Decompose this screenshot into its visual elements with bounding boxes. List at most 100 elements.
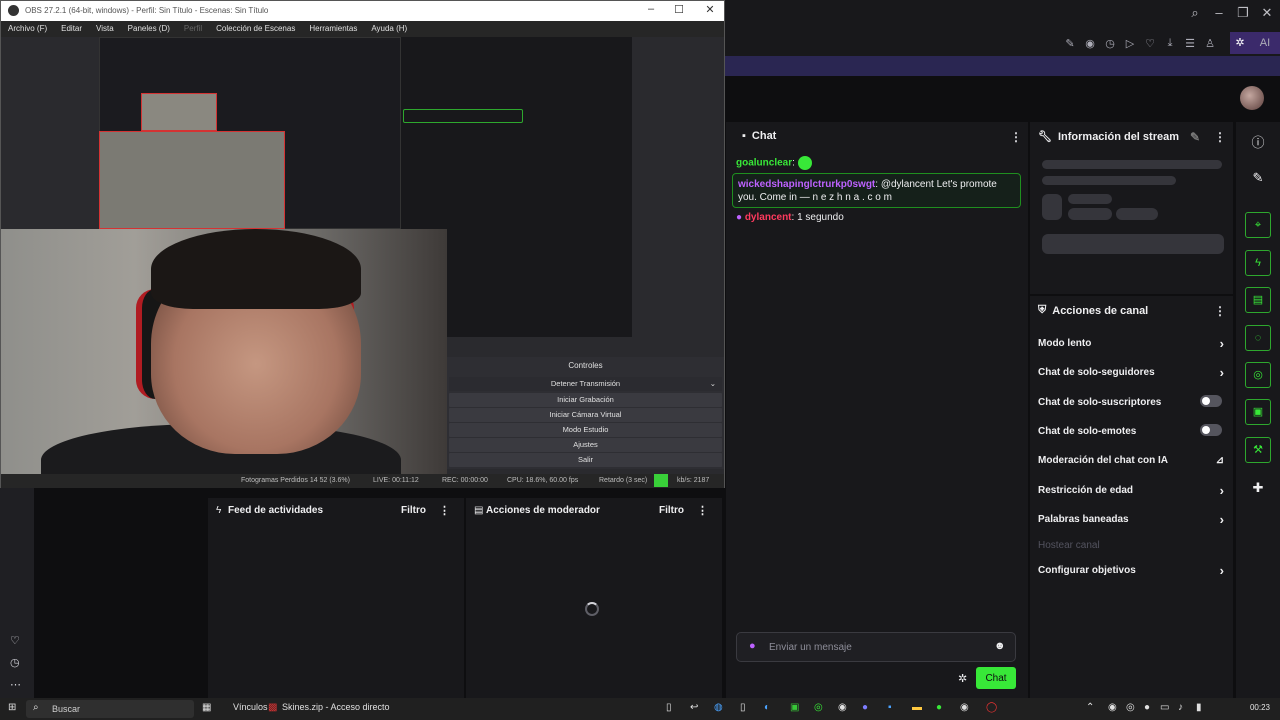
more-icon[interactable]: ⋯ xyxy=(10,678,21,691)
chat-username[interactable]: wickedshapinglctrurkp0swgt xyxy=(738,179,875,190)
camera-icon[interactable]: ◉ xyxy=(1080,37,1100,50)
menu-archivo[interactable]: Archivo (F) xyxy=(1,21,54,37)
edge-icon[interactable]: ◐ xyxy=(764,702,770,713)
heart-icon[interactable]: ♡ xyxy=(10,634,20,647)
mic-icon[interactable]: ● xyxy=(749,640,756,652)
avatar[interactable] xyxy=(1240,86,1264,110)
steam-icon[interactable]: ◉ xyxy=(838,702,847,713)
emoji-icon[interactable]: ☻ xyxy=(994,640,1006,652)
menu-coleccion-escenas[interactable]: Colección de Escenas xyxy=(209,21,302,37)
chat-settings-icon[interactable]: ✲ xyxy=(958,672,967,685)
whatsapp-icon[interactable]: ◎ xyxy=(814,702,823,713)
minimize-icon[interactable]: – xyxy=(1207,4,1231,22)
volume-icon[interactable]: ♪ xyxy=(1178,702,1183,713)
taskbar-links[interactable]: Vínculos xyxy=(233,702,268,712)
studio-mode-button[interactable]: Modo Estudio xyxy=(449,423,722,437)
start-recording-button[interactable]: Iniciar Grabación xyxy=(449,393,722,407)
spotify-icon[interactable]: ● xyxy=(936,702,942,713)
download-icon[interactable]: ⤓ xyxy=(1160,37,1180,50)
action-ai-moderation[interactable]: Moderación del chat con IA ⊿ xyxy=(1038,455,1228,466)
speech-icon[interactable]: ◌ xyxy=(1245,325,1271,351)
webcam-source-selected[interactable] xyxy=(99,131,285,229)
pencil-icon[interactable]: ✎ xyxy=(1245,170,1271,186)
windows-taskbar: ⊞ ⌕ ▦ Vínculos ▩ Skines.zip - Acceso dir… xyxy=(0,698,1280,720)
task-view-icon[interactable]: ▦ xyxy=(202,702,211,713)
action-followers-only[interactable]: Chat de solo-seguidores › xyxy=(1038,365,1228,380)
action-age-restriction[interactable]: Restricción de edad › xyxy=(1038,483,1228,498)
start-virtual-camera-button[interactable]: Iniciar Cámara Virtual xyxy=(449,408,722,422)
browser-icon[interactable]: ◍ xyxy=(714,702,723,713)
channel-actions-more-icon[interactable]: ⋮ xyxy=(1214,304,1226,318)
stream-info-more-icon[interactable]: ⋮ xyxy=(1214,130,1226,144)
activity-feed-filter-button[interactable]: Filtro xyxy=(401,505,426,516)
settings-icon[interactable]: ✲ xyxy=(1230,32,1250,54)
document-icon[interactable]: ▤ xyxy=(1245,287,1271,313)
mic-icon[interactable]: ● xyxy=(1144,702,1150,713)
taskbar-search-input[interactable] xyxy=(50,701,190,717)
play-icon[interactable]: ▷ xyxy=(1120,37,1140,50)
taskbar-shortcut[interactable]: Skines.zip - Acceso directo xyxy=(282,702,390,712)
stop-streaming-button[interactable]: Detener Transmisión ⌄ xyxy=(449,377,722,391)
video-icon[interactable]: ▣ xyxy=(1245,399,1271,425)
discord-icon[interactable]: ● xyxy=(862,702,868,713)
chevron-down-icon[interactable]: ⌄ xyxy=(710,377,716,391)
opera-icon[interactable]: ◯ xyxy=(986,702,997,713)
exit-button[interactable]: Salir xyxy=(449,453,722,467)
chat-username[interactable]: dylancent xyxy=(745,212,792,223)
menu-perfil[interactable]: Perfil xyxy=(177,21,209,37)
clock-icon[interactable]: ◷ xyxy=(10,656,20,669)
menu-herramientas[interactable]: Herramientas xyxy=(302,21,364,37)
windows-start-icon[interactable]: ⊞ xyxy=(8,702,16,713)
activity-feed-more-icon[interactable]: ⋮ xyxy=(439,504,450,517)
browser-tab-strip xyxy=(725,56,1280,76)
chat-input[interactable] xyxy=(767,633,987,661)
chat-more-icon[interactable]: ⋮ xyxy=(1010,130,1022,144)
tray-app-icon[interactable]: ◉ xyxy=(1108,702,1117,713)
tray-steam-icon[interactable]: ◎ xyxy=(1126,702,1135,713)
search-icon[interactable]: ⌕ xyxy=(1183,4,1207,22)
tray-chevron-icon[interactable]: ⌃ xyxy=(1086,702,1094,713)
close-icon[interactable]: ✕ xyxy=(1255,4,1279,22)
app-icon[interactable]: ▪ xyxy=(888,702,892,713)
notes-icon[interactable]: ▯ xyxy=(740,702,746,713)
menu-vista[interactable]: Vista xyxy=(89,21,121,37)
heart-icon[interactable]: ♡ xyxy=(1140,37,1160,50)
close-icon[interactable]: ✕ xyxy=(695,3,725,16)
menu-ayuda[interactable]: Ayuda (H) xyxy=(364,21,414,37)
obs-taskbar-icon[interactable]: ◉ xyxy=(960,702,969,713)
action-slow-mode[interactable]: Modo lento › xyxy=(1038,336,1228,351)
restore-icon[interactable]: ❐ xyxy=(1231,4,1255,22)
target-icon[interactable]: ⌖ xyxy=(1245,212,1271,238)
lightning-icon[interactable]: ϟ xyxy=(1245,250,1271,276)
subscribers-only-toggle[interactable] xyxy=(1200,395,1222,407)
mod-actions-filter-button[interactable]: Filtro xyxy=(659,505,684,516)
clock-icon[interactable]: ◷ xyxy=(1100,37,1120,50)
edit-icon[interactable]: ✎ xyxy=(1060,37,1080,50)
chat-username[interactable]: goalunclear xyxy=(736,158,792,169)
account-icon[interactable]: ♙ xyxy=(1200,37,1220,50)
emotes-only-toggle[interactable] xyxy=(1200,424,1222,436)
info-icon[interactable]: ⓘ xyxy=(1245,132,1271,151)
mod-actions-more-icon[interactable]: ⋮ xyxy=(697,504,708,517)
menu-editar[interactable]: Editar xyxy=(54,21,89,37)
edit-icon[interactable]: ✎ xyxy=(1190,130,1200,144)
maximize-icon[interactable]: ☐ xyxy=(664,3,694,16)
chat-send-button[interactable]: Chat xyxy=(976,667,1016,689)
minimize-icon[interactable]: – xyxy=(636,3,666,15)
action-goals[interactable]: Configurar objetivos › xyxy=(1038,563,1228,578)
battery-icon[interactable]: ▮ xyxy=(1196,702,1202,713)
action-banned-words[interactable]: Palabras baneadas › xyxy=(1038,512,1228,527)
taskbar-clock[interactable]: 00:23 xyxy=(1250,703,1270,712)
add-extension-icon[interactable]: ✚ xyxy=(1245,480,1271,496)
excel-icon[interactable]: ▣ xyxy=(790,702,799,713)
wrench-icon[interactable]: ⚒ xyxy=(1245,437,1271,463)
broadcast-icon[interactable]: ◎ xyxy=(1245,362,1271,388)
settings-button[interactable]: Ajustes xyxy=(449,438,722,452)
network-icon[interactable]: ▭ xyxy=(1160,702,1169,713)
ai-button[interactable]: AI xyxy=(1250,32,1280,54)
back-icon[interactable]: ↩ xyxy=(690,702,698,713)
list-icon[interactable]: ☰ xyxy=(1180,37,1200,50)
menu-paneles[interactable]: Paneles (D) xyxy=(121,21,177,37)
file-icon[interactable]: ▯ xyxy=(666,702,672,713)
folder-icon[interactable]: ▬ xyxy=(912,702,922,713)
